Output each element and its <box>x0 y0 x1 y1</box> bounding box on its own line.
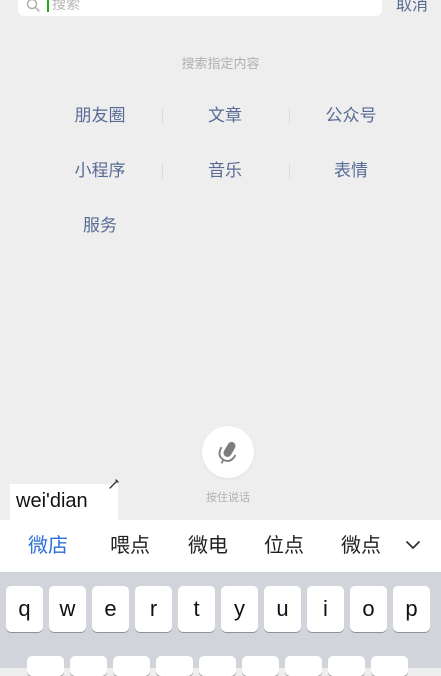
hold-to-talk-label: 按住说话 <box>206 491 250 504</box>
pinyin-composition: wei'dian <box>10 484 118 520</box>
category-services[interactable]: 服务 <box>40 216 160 236</box>
divider <box>289 108 290 124</box>
voice-button[interactable] <box>202 426 254 478</box>
key[interactable] <box>156 656 193 676</box>
text-cursor <box>47 0 49 12</box>
category-articles[interactable]: 文章 <box>165 106 285 126</box>
pinyin-text: wei'dian <box>16 490 88 512</box>
candidate[interactable]: 位点 <box>264 533 304 557</box>
category-official-accounts[interactable]: 公众号 <box>291 106 411 126</box>
key-t[interactable]: t <box>178 586 215 632</box>
candidate-selected[interactable]: 微店 <box>28 533 68 557</box>
divider <box>162 163 163 179</box>
candidate[interactable]: 微电 <box>188 533 228 557</box>
key[interactable] <box>113 656 150 676</box>
key[interactable] <box>328 656 365 676</box>
key-i[interactable]: i <box>307 586 344 632</box>
candidate[interactable]: 喂点 <box>110 533 150 557</box>
key-p[interactable]: p <box>393 586 430 632</box>
candidate[interactable]: 微点 <box>341 533 381 557</box>
key-r[interactable]: r <box>135 586 172 632</box>
key-o[interactable]: o <box>350 586 387 632</box>
key[interactable] <box>27 656 64 676</box>
pencil-icon[interactable] <box>108 478 120 490</box>
keyboard: q w e r t y u i o p <box>0 572 441 676</box>
key-q[interactable]: q <box>6 586 43 632</box>
key[interactable] <box>70 656 107 676</box>
key-u[interactable]: u <box>264 586 301 632</box>
key[interactable] <box>285 656 322 676</box>
category-stickers[interactable]: 表情 <box>291 161 411 181</box>
category-mini-programs[interactable]: 小程序 <box>40 161 160 181</box>
search-placeholder: 搜索 <box>52 0 80 13</box>
chevron-down-icon[interactable] <box>404 538 422 552</box>
search-icon <box>26 0 40 12</box>
key-e[interactable]: e <box>92 586 129 632</box>
divider <box>162 108 163 124</box>
key[interactable] <box>242 656 279 676</box>
category-moments[interactable]: 朋友圈 <box>40 106 160 126</box>
section-title: 搜索指定内容 <box>181 57 260 72</box>
microphone-icon <box>218 441 237 464</box>
cancel-button[interactable]: 取消 <box>396 0 428 14</box>
key[interactable] <box>199 656 236 676</box>
key-w[interactable]: w <box>49 586 86 632</box>
key[interactable] <box>371 656 408 676</box>
divider <box>289 163 290 179</box>
candidate-bar: 微店 喂点 微电 位点 微点 <box>0 520 441 572</box>
key-y[interactable]: y <box>221 586 258 632</box>
category-music[interactable]: 音乐 <box>165 161 285 181</box>
